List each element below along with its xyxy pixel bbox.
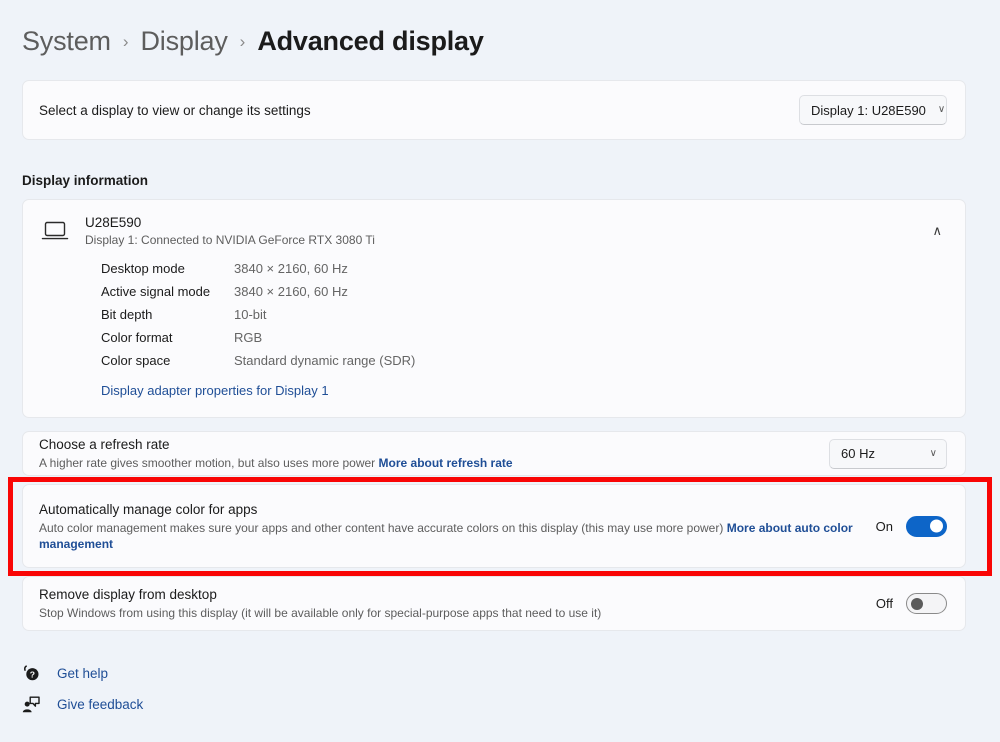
remove-display-card: Remove display from desktop Stop Windows… — [22, 576, 966, 631]
chevron-right-icon: › — [239, 31, 246, 51]
auto-color-text: Automatically manage color for apps Auto… — [39, 501, 873, 552]
display-information-header[interactable]: U28E590 Display 1: Connected to NVIDIA G… — [23, 200, 965, 261]
detail-value: RGB — [234, 330, 263, 345]
display-selector-dropdown[interactable]: Display 1: U28E590 ∨ — [799, 95, 947, 125]
auto-color-title: Automatically manage color for apps — [39, 501, 258, 517]
svg-text:?: ? — [30, 670, 35, 680]
display-information-details: Desktop mode 3840 × 2160, 60 Hz Active s… — [23, 261, 965, 400]
get-help-link[interactable]: ? Get help — [22, 664, 143, 683]
detail-key: Color space — [101, 353, 171, 368]
toggle-knob — [911, 597, 923, 610]
breadcrumb-item-advanced-display: Advanced display — [257, 25, 484, 56]
auto-color-description: Auto color management makes sure your ap… — [39, 520, 857, 552]
refresh-rate-description: A higher rate gives smoother motion, but… — [39, 455, 813, 471]
detail-key: Desktop mode — [101, 261, 185, 276]
monitor-name: U28E590 — [85, 214, 142, 230]
chevron-right-icon: › — [122, 31, 129, 51]
toggle-knob — [930, 519, 943, 533]
display-information-heading: Display information — [22, 173, 149, 188]
detail-key: Active signal mode — [101, 284, 211, 299]
detail-row: Color format RGB — [101, 330, 965, 353]
help-icon: ? — [22, 664, 41, 683]
advanced-display-settings-page: System › Display › Advanced display Sele… — [0, 0, 1000, 742]
auto-color-toggle-state: On — [875, 518, 893, 534]
display-selector-label: Select a display to view or change its s… — [39, 102, 311, 118]
display-adapter-properties-link[interactable]: Display adapter properties for Display 1 — [101, 383, 329, 398]
footer-links: ? Get help Give feedback — [22, 664, 143, 714]
detail-value: 3840 × 2160, 60 Hz — [234, 284, 348, 299]
detail-value: 3840 × 2160, 60 Hz — [234, 261, 348, 276]
give-feedback-link[interactable]: Give feedback — [22, 695, 143, 714]
detail-row: Color space Standard dynamic range (SDR) — [101, 353, 965, 376]
breadcrumb-item-system[interactable]: System — [22, 26, 111, 57]
display-selector-card: Select a display to view or change its s… — [22, 80, 966, 140]
breadcrumb: System › Display › Advanced display — [22, 22, 484, 60]
chevron-up-icon[interactable]: ∧ — [932, 224, 948, 237]
refresh-rate-card: Choose a refresh rate A higher rate give… — [22, 431, 966, 476]
chevron-down-icon: ∨ — [937, 104, 946, 115]
refresh-rate-description-text: A higher rate gives smoother motion, but… — [39, 456, 376, 470]
remove-display-text: Remove display from desktop Stop Windows… — [39, 586, 873, 621]
detail-key: Bit depth — [101, 307, 153, 322]
remove-display-toggle[interactable] — [906, 593, 947, 614]
detail-row: Bit depth 10-bit — [101, 307, 965, 330]
more-about-refresh-rate-link[interactable]: More about refresh rate — [379, 456, 513, 470]
display-information-header-text: U28E590 Display 1: Connected to NVIDIA G… — [85, 215, 375, 247]
refresh-rate-text: Choose a refresh rate A higher rate give… — [39, 436, 829, 471]
auto-color-toggle-group: On — [873, 515, 947, 537]
chevron-down-icon: ∨ — [929, 447, 937, 459]
remove-display-title: Remove display from desktop — [39, 587, 217, 602]
refresh-rate-title: Choose a refresh rate — [39, 437, 170, 452]
remove-display-toggle-group: Off — [873, 593, 947, 614]
display-information-card: U28E590 Display 1: Connected to NVIDIA G… — [22, 199, 966, 418]
auto-color-description-text: Auto color management makes sure your ap… — [39, 520, 724, 535]
detail-row: Desktop mode 3840 × 2160, 60 Hz — [101, 261, 965, 284]
give-feedback-label: Give feedback — [57, 697, 144, 712]
breadcrumb-item-display[interactable]: Display — [141, 26, 228, 57]
get-help-label: Get help — [57, 666, 109, 681]
remove-display-toggle-state: Off — [875, 596, 893, 611]
auto-color-toggle[interactable] — [906, 515, 947, 537]
refresh-rate-value: 60 Hz — [841, 446, 875, 461]
detail-key: Color format — [101, 330, 173, 345]
refresh-rate-dropdown[interactable]: 60 Hz ∨ — [829, 438, 947, 469]
remove-display-description: Stop Windows from using this display (it… — [39, 606, 602, 620]
display-selector-value: Display 1: U28E590 — [811, 102, 926, 118]
monitor-connection: Display 1: Connected to NVIDIA GeForce R… — [85, 232, 375, 247]
detail-value: 10-bit — [234, 307, 267, 322]
monitor-icon — [40, 219, 70, 243]
auto-color-management-card: Automatically manage color for apps Auto… — [22, 484, 966, 568]
detail-row: Active signal mode 3840 × 2160, 60 Hz — [101, 284, 965, 307]
feedback-icon — [22, 695, 41, 714]
detail-value: Standard dynamic range (SDR) — [234, 353, 416, 368]
